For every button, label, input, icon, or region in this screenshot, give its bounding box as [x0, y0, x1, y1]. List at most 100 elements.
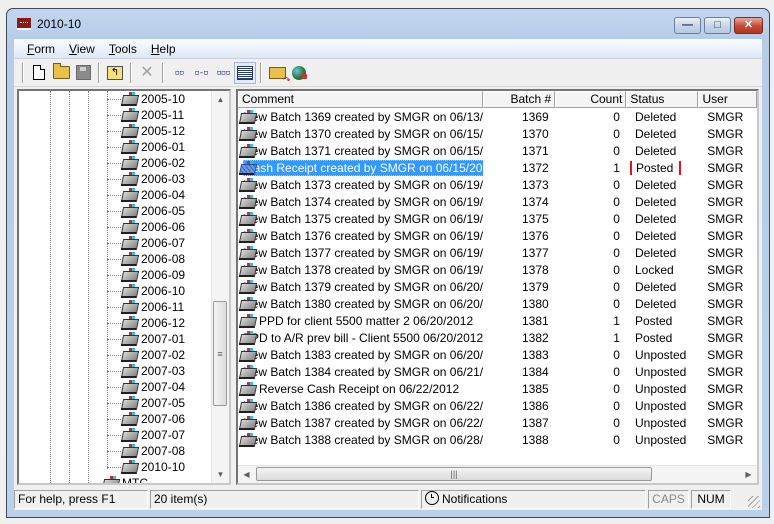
- tree-connector: [107, 386, 121, 388]
- cell-status: Deleted: [627, 195, 699, 209]
- table-row[interactable]: Cash Receipt created by SMGR on 06/15/20…: [238, 159, 757, 176]
- cell-batch: 1369: [521, 109, 549, 124]
- table-row[interactable]: New Batch 1375 created by SMGR on 06/19/…: [238, 210, 757, 227]
- tree-item[interactable]: 2006-11: [107, 299, 184, 315]
- column-header-user[interactable]: User: [698, 91, 757, 108]
- column-header-status[interactable]: Status: [626, 91, 699, 108]
- tree-item[interactable]: 2007-06: [107, 411, 185, 427]
- cell-count: 0: [613, 296, 620, 311]
- minimize-button[interactable]: —: [674, 17, 701, 34]
- globe-button[interactable]: [288, 62, 310, 84]
- status-badge: Unposted: [634, 381, 687, 396]
- tree-item[interactable]: 2006-10: [107, 283, 185, 299]
- tree-item[interactable]: 2006-07: [107, 235, 185, 251]
- column-header-comment[interactable]: Comment: [238, 91, 484, 108]
- tree-scroll-thumb[interactable]: ≡: [213, 301, 227, 406]
- close-button[interactable]: ✕: [734, 17, 763, 34]
- tree-vertical-scrollbar[interactable]: ▲ ≡ ▼: [211, 91, 229, 483]
- scroll-right-arrow[interactable]: ▶: [740, 466, 757, 483]
- table-row[interactable]: New Batch 1383 created by SMGR on 06/20/…: [238, 346, 757, 363]
- list-scroll-thumb[interactable]: |||: [256, 467, 652, 481]
- tree-item[interactable]: 2007-07: [107, 427, 185, 443]
- list-view-button[interactable]: ▫▫▫: [212, 62, 234, 84]
- scroll-left-arrow[interactable]: ◀: [238, 466, 255, 483]
- tree-item[interactable]: 2006-03: [107, 171, 185, 187]
- list-horizontal-scrollbar[interactable]: ◀ ||| ▶: [238, 465, 757, 483]
- tree-connector: [107, 130, 121, 132]
- open-folder-button[interactable]: [50, 62, 72, 84]
- delete-button[interactable]: ✕: [136, 62, 158, 84]
- maximize-button[interactable]: □: [704, 17, 731, 34]
- table-row[interactable]: New Batch 1378 created by SMGR on 06/19/…: [238, 261, 757, 278]
- table-row[interactable]: New Batch 1370 created by SMGR on 06/15/…: [238, 125, 757, 142]
- table-row[interactable]: New Batch 1384 created by SMGR on 06/21/…: [238, 363, 757, 380]
- table-row[interactable]: New Batch 1376 created by SMGR on 06/19/…: [238, 227, 757, 244]
- tree-item-mtc[interactable]: MTC: [88, 475, 148, 483]
- tree-item[interactable]: 2005-10: [107, 91, 185, 107]
- up-folder-button[interactable]: ↰: [104, 62, 126, 84]
- tree-item[interactable]: 2005-12: [107, 123, 185, 139]
- tree-item[interactable]: 2007-03: [107, 363, 185, 379]
- cell-count: 0: [613, 126, 620, 141]
- folder-tree[interactable]: ▲ ≡ ▼ 2005-10 2005-11 2005-12 2006-01 2006-0…: [17, 89, 231, 485]
- table-row[interactable]: New Batch 1371 created by SMGR on 06/15/…: [238, 142, 757, 159]
- table-row[interactable]: New Batch 1374 created by SMGR on 06/19/…: [238, 193, 757, 210]
- table-row[interactable]: New Batch 1377 created by SMGR on 06/19/…: [238, 244, 757, 261]
- save-button[interactable]: [72, 62, 94, 84]
- tree-item[interactable]: 2006-05: [107, 203, 185, 219]
- batch-icon-base: [121, 120, 136, 122]
- menu-view[interactable]: View: [62, 42, 102, 56]
- open-move-button[interactable]: [266, 62, 290, 86]
- tree-item[interactable]: 2007-01: [107, 331, 185, 347]
- tree-item[interactable]: 2006-02: [107, 155, 185, 171]
- title-bar[interactable]: 2010-10 — □ ✕: [7, 9, 769, 39]
- batch-icon-base: [239, 257, 254, 260]
- tree-item[interactable]: 2007-02: [107, 347, 185, 363]
- table-row[interactable]: New Batch 1380 created by SMGR on 06/20/…: [238, 295, 757, 312]
- cell-comment: New Batch 1377 created by SMGR on 06/19/…: [238, 245, 483, 260]
- batch-icon-base: [121, 312, 136, 314]
- new-button[interactable]: [28, 62, 50, 84]
- cell-batch: 1375: [521, 211, 549, 226]
- tree-item[interactable]: 2006-01: [107, 139, 185, 155]
- table-row[interactable]: New Batch 1387 created by SMGR on 06/22/…: [238, 414, 757, 431]
- small-buttons-view-icon[interactable]: ▫-▫: [190, 62, 212, 84]
- table-row[interactable]: New Batch 1388 created by SMGR on 06/28/…: [238, 431, 757, 448]
- tree-item[interactable]: 2007-04: [107, 379, 185, 395]
- tree-item[interactable]: 2006-09: [107, 267, 185, 283]
- tree-item[interactable]: 2007-08: [107, 443, 185, 459]
- details-view-button[interactable]: [234, 61, 256, 84]
- tree-item[interactable]: 2006-04: [107, 187, 185, 203]
- scroll-down-arrow[interactable]: ▼: [212, 466, 229, 483]
- tree-item[interactable]: 2006-08: [107, 251, 185, 267]
- tree-item[interactable]: 2006-12: [107, 315, 185, 331]
- tree-item[interactable]: 2010-10: [107, 459, 185, 475]
- column-header-count[interactable]: Count: [555, 91, 627, 108]
- tree-item[interactable]: 2005-11: [107, 107, 184, 123]
- batch-icon-base: [121, 328, 136, 330]
- tree-connector: [107, 146, 121, 148]
- menu-tools[interactable]: Tools: [102, 42, 144, 56]
- batch-icon-base: [239, 155, 254, 158]
- menu-help[interactable]: Help: [144, 42, 183, 56]
- tree-item[interactable]: 2006-06: [107, 219, 185, 235]
- table-row[interactable]: New Batch 1373 created by SMGR on 06/19/…: [238, 176, 757, 193]
- batch-icon-base: [121, 232, 136, 234]
- table-row[interactable]: New Batch 1369 created by SMGR on 06/13/…: [238, 108, 757, 125]
- small-icons-view-icon: ▫-▫: [194, 67, 208, 78]
- menu-form[interactable]: Form: [20, 42, 62, 56]
- table-row[interactable]: New Batch 1386 created by SMGR on 06/22/…: [238, 397, 757, 414]
- notifications-panel[interactable]: Notifications: [421, 490, 646, 509]
- table-row[interactable]: PPD for client 5500 matter 2 06/20/2012 1…: [238, 312, 757, 329]
- column-header-batch[interactable]: Batch #: [483, 91, 556, 108]
- batch-icon-base: [239, 138, 254, 141]
- resize-grip[interactable]: [748, 496, 760, 508]
- tree-item[interactable]: 2007-05: [107, 395, 185, 411]
- scroll-up-arrow[interactable]: ▲: [212, 91, 229, 108]
- table-row[interactable]: Reverse Cash Receipt on 06/22/2012 1385 0 U…: [238, 380, 757, 397]
- cell-batch: 1387: [521, 415, 549, 430]
- batch-list[interactable]: Comment Batch # Count Status User New Batch …: [236, 89, 759, 485]
- table-row[interactable]: New Batch 1379 created by SMGR on 06/20/…: [238, 278, 757, 295]
- table-row[interactable]: PPD to A/R prev bill - Client 5500 06/20…: [238, 329, 757, 346]
- large-buttons-view-icon[interactable]: ▫▫: [168, 62, 190, 84]
